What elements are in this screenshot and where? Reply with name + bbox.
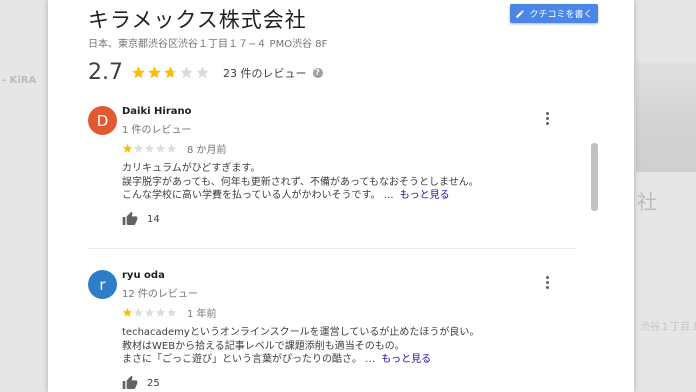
read-more-link[interactable]: もっと見る <box>400 190 450 201</box>
star-icon <box>148 66 161 79</box>
rating-summary: 2.7 23 件のレビュー ? <box>88 60 323 85</box>
reviews-dialog: キラメックス株式会社 日本、東京都渋谷区渋谷１丁目１７−４ PMO渋谷 8F ク… <box>48 0 634 392</box>
star-icon <box>166 307 177 317</box>
star-icon <box>155 307 166 317</box>
background-address: 渋谷１丁目１７ <box>640 322 696 333</box>
review-author[interactable]: ryu oda <box>122 270 165 281</box>
star-icon <box>196 66 209 79</box>
star-icon <box>155 143 166 153</box>
place-name: キラメックス株式会社 <box>88 8 307 32</box>
star-icon <box>132 66 145 79</box>
star-icon <box>133 143 144 153</box>
like-button[interactable]: 14 <box>122 211 160 227</box>
star-icon <box>180 66 193 79</box>
rating-stars <box>131 65 211 80</box>
more-vert-icon[interactable] <box>546 276 550 289</box>
star-icon <box>164 66 177 79</box>
more-vert-icon[interactable] <box>546 112 550 125</box>
review-text-line: こんな学校に高い学費を払っている人がかわいそうです。 … <box>122 190 394 201</box>
write-review-button[interactable]: クチコミを書く <box>510 4 598 23</box>
author-review-count: 12 件のレビュー <box>122 289 198 300</box>
average-rating: 2.7 <box>88 60 123 85</box>
star-icon <box>144 307 155 317</box>
review-text-line: カリキュラムがひどすぎます。 <box>122 163 261 174</box>
review-author[interactable]: Daiki Hirano <box>122 106 192 117</box>
review-text-line-last: こんな学校に高い学費を払っている人がかわいそうです。 … もっと見る <box>122 189 450 203</box>
like-button[interactable]: 25 <box>122 375 160 391</box>
review-count: 23 件のレビュー <box>223 66 307 80</box>
background-left-label: - KiRA <box>2 75 37 86</box>
like-count: 25 <box>147 377 160 389</box>
review-text-line: 誤字脱字があっても、何年も更新されず、不備があってもなおそうとしません。 <box>122 176 479 188</box>
thumb-up-icon <box>122 211 138 225</box>
write-review-label: クチコミを書く <box>529 10 593 20</box>
review-text-line: techacademyというオンラインスクールを運営しているが止めたほうが良い。 <box>122 327 480 338</box>
review-stars: 1 年前 <box>122 305 217 320</box>
avatar[interactable]: r <box>88 270 117 299</box>
review-stars: 8 か月前 <box>122 141 227 156</box>
help-icon[interactable]: ? <box>312 67 323 78</box>
background-title-char: 社 <box>637 190 657 214</box>
like-count: 14 <box>147 213 160 225</box>
star-icon <box>166 143 177 153</box>
star-icon <box>122 143 133 153</box>
star-icon <box>144 143 155 153</box>
review-item: D Daiki Hirano 1 件のレビュー 8 か月前 カリキュラムがひどす… <box>88 106 588 246</box>
review-text-line: まさに「ごっこ遊び」という言葉がぴったりの酷さ。 … <box>122 354 376 365</box>
review-item: r ryu oda 12 件のレビュー 1 年前 techacademyというオ… <box>88 270 588 392</box>
review-date: 1 年前 <box>187 309 217 320</box>
avatar[interactable]: D <box>88 106 117 135</box>
place-address: 日本、東京都渋谷区渋谷１丁目１７−４ PMO渋谷 8F <box>88 39 328 50</box>
review-divider <box>88 248 576 249</box>
star-icon <box>133 307 144 317</box>
scrollbar[interactable] <box>591 143 598 211</box>
review-text-line-last: まさに「ごっこ遊び」という言葉がぴったりの酷さ。 … もっと見る <box>122 353 431 367</box>
review-date: 8 か月前 <box>187 145 227 156</box>
read-more-link[interactable]: もっと見る <box>381 354 431 365</box>
author-review-count: 1 件のレビュー <box>122 125 192 136</box>
pencil-icon <box>516 9 525 18</box>
thumb-up-icon <box>122 375 138 389</box>
review-text-line: 教材はWEBから拾える記事レベルで課題添削も適当そのもの。 <box>122 340 405 352</box>
star-icon <box>122 307 133 317</box>
background-photo <box>636 62 696 172</box>
